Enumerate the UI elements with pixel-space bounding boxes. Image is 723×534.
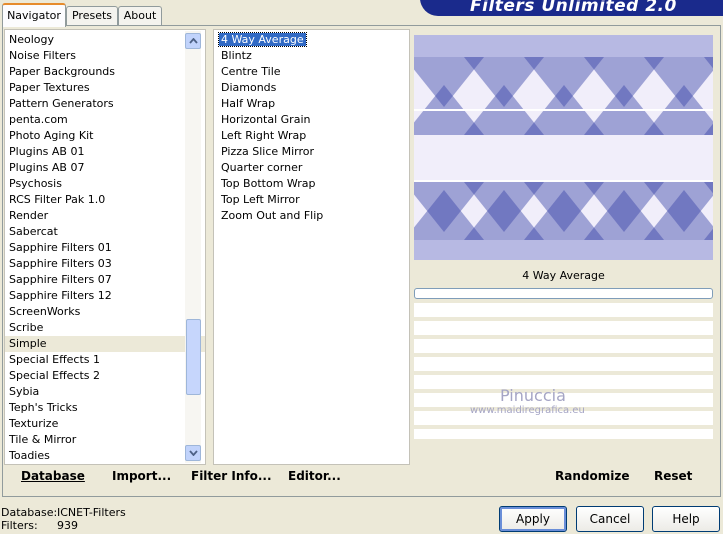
status-filters-label: Filters: [1, 519, 38, 532]
app-title: Filters Unlimited 2.0 [470, 0, 677, 16]
filter-item[interactable]: Left Right Wrap [219, 128, 409, 144]
progress-bar [414, 288, 713, 299]
filter-item[interactable]: Half Wrap [219, 96, 409, 112]
category-item[interactable]: Psychosis [5, 176, 205, 192]
filter-list[interactable]: 4 Way Average Blintz Centre Tile Diamonds Ha… [218, 32, 409, 224]
tab-presets[interactable]: Presets [66, 6, 118, 25]
parameter-row[interactable] [414, 429, 713, 439]
tab-about[interactable]: About [118, 6, 162, 25]
scroll-down-button[interactable] [185, 445, 201, 461]
parameter-row[interactable] [414, 339, 713, 353]
category-item[interactable]: Render [5, 208, 205, 224]
category-item[interactable]: Noise Filters [5, 48, 205, 64]
watermark-url: www.maidiregrafica.eu [470, 405, 585, 416]
category-item[interactable]: Sabercat [5, 224, 205, 240]
editor-button[interactable]: Editor... [288, 469, 341, 483]
filter-item[interactable]: Centre Tile [219, 64, 409, 80]
cancel-button[interactable]: Cancel [576, 506, 644, 532]
filter-info-button[interactable]: Filter Info... [191, 469, 272, 483]
category-item[interactable]: Toadies [5, 448, 205, 464]
parameter-row[interactable] [414, 321, 713, 335]
chevron-down-icon [188, 450, 198, 456]
tab-navigator[interactable]: Navigator [2, 3, 66, 27]
category-item[interactable]: Plugins AB 01 [5, 144, 205, 160]
scroll-thumb[interactable] [186, 319, 201, 395]
category-item[interactable]: Scribe [5, 320, 205, 336]
filter-item[interactable]: 4 Way Average [218, 32, 409, 48]
category-item[interactable]: Sapphire Filters 03 [5, 256, 205, 272]
preview-filter-name: 4 Way Average [522, 269, 605, 282]
chevron-up-icon [188, 38, 198, 44]
category-item[interactable]: Plugins AB 07 [5, 160, 205, 176]
category-item[interactable]: Sapphire Filters 07 [5, 272, 205, 288]
filter-item[interactable]: Quarter corner [219, 160, 409, 176]
category-item[interactable]: Sapphire Filters 12 [5, 288, 205, 304]
filter-item[interactable]: Blintz [219, 48, 409, 64]
apply-button[interactable]: Apply [499, 506, 567, 532]
category-list-panel: Neology Noise Filters Paper Backgrounds Pap… [4, 29, 206, 465]
randomize-button[interactable]: Randomize [555, 469, 629, 483]
category-item[interactable]: Teph's Tricks [5, 400, 205, 416]
category-item[interactable]: Texturize [5, 416, 205, 432]
category-scrollbar[interactable] [185, 31, 201, 463]
category-item[interactable]: Simple [5, 336, 205, 352]
help-button[interactable]: Help [652, 506, 720, 532]
import-button[interactable]: Import... [112, 469, 171, 483]
status-filters-value: 939 [57, 519, 78, 532]
filter-item[interactable]: Pizza Slice Mirror [219, 144, 409, 160]
category-item[interactable]: Sapphire Filters 01 [5, 240, 205, 256]
filter-item[interactable]: Top Left Mirror [219, 192, 409, 208]
category-item[interactable]: RCS Filter Pak 1.0 [5, 192, 205, 208]
category-item[interactable]: Paper Backgrounds [5, 64, 205, 80]
parameter-row[interactable] [414, 303, 713, 317]
category-item[interactable]: penta.com [5, 112, 205, 128]
status-database-label: Database: [1, 506, 58, 519]
category-item[interactable]: Tile & Mirror [5, 432, 205, 448]
filter-item[interactable]: Zoom Out and Flip [219, 208, 409, 224]
category-item[interactable]: Neology [5, 32, 205, 48]
filter-item[interactable]: Diamonds [219, 80, 409, 96]
category-item[interactable]: Special Effects 1 [5, 352, 205, 368]
preview-image [414, 35, 713, 260]
filter-list-panel: 4 Way Average Blintz Centre Tile Diamonds Ha… [213, 29, 410, 465]
watermark-name: Pinuccia [500, 386, 566, 405]
category-item[interactable]: Special Effects 2 [5, 368, 205, 384]
filter-item[interactable]: Horizontal Grain [219, 112, 409, 128]
category-item[interactable]: Paper Textures [5, 80, 205, 96]
category-item[interactable]: Sybia [5, 384, 205, 400]
status-database-value: ICNET-Filters [57, 506, 126, 519]
category-list[interactable]: Neology Noise Filters Paper Backgrounds Pap… [5, 32, 205, 464]
reset-button[interactable]: Reset [654, 469, 692, 483]
parameter-row[interactable] [414, 357, 713, 371]
filter-item[interactable]: Top Bottom Wrap [219, 176, 409, 192]
category-item[interactable]: ScreenWorks [5, 304, 205, 320]
category-item[interactable]: Photo Aging Kit [5, 128, 205, 144]
scroll-up-button[interactable] [185, 33, 201, 49]
database-button[interactable]: Database [21, 469, 85, 483]
category-item[interactable]: Pattern Generators [5, 96, 205, 112]
